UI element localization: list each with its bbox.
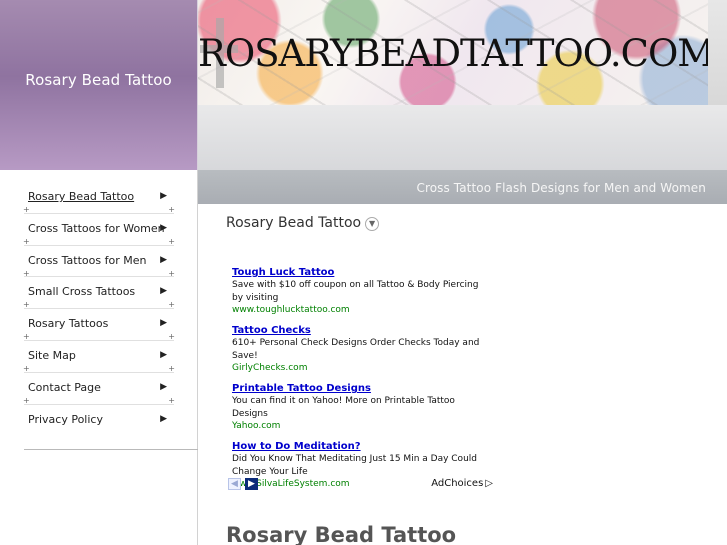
sidebar-item-rosary-tattoos[interactable]: Rosary Tattoos ▶ + + [23, 309, 175, 342]
plus-icon: + [168, 268, 175, 278]
banner-right-gray-strip [708, 0, 727, 105]
ad-url-link[interactable]: www.toughlucktattoo.com [232, 304, 492, 316]
adchoices-label: AdChoices [431, 478, 484, 489]
main-content: Rosary Bead Tattoo ▼ Tough Luck Tattoo S… [198, 204, 727, 545]
sidebar-item-privacy-policy[interactable]: Privacy Policy ▶ [24, 405, 174, 437]
chevron-right-icon: ▶ [160, 381, 167, 392]
sidebar-item-rosary-bead-tattoo[interactable]: Rosary Bead Tattoo ▶ + + [23, 182, 175, 214]
ad-url-link[interactable]: GirlyChecks.com [232, 362, 492, 374]
content-heading-row: Rosary Bead Tattoo ▼ [226, 214, 380, 232]
plus-icon: + [168, 236, 175, 246]
sidebar-item-cross-tattoos-for-women[interactable]: Cross Tattoos for Women ▶ + + [23, 214, 175, 246]
sidebar-item-label: Rosary Bead Tattoo [28, 190, 135, 203]
sidebar-item-cross-tattoos-for-men[interactable]: Cross Tattoos for Men ▶ + + [23, 246, 175, 278]
adchoices-link[interactable]: AdChoices ▷ [431, 477, 493, 490]
sidebar-divider [24, 449, 198, 450]
ad-item: Tough Luck Tattoo Save with $10 off coup… [232, 266, 492, 316]
chevron-down-icon[interactable]: ▼ [365, 216, 380, 231]
sidebar-item-label: Small Cross Tattoos [28, 285, 136, 299]
sidebar-item-label: Site Map [28, 348, 76, 362]
sidebar: Rosary Bead Tattoo ▶ + + Cross Tattoos f… [0, 170, 198, 545]
next-ad-button[interactable]: ▶ [245, 478, 258, 490]
adchoices-icon: ▷ [485, 477, 493, 489]
sidebar-item-label: Cross Tattoos for Women [28, 221, 165, 235]
ad-item: Tattoo Checks 610+ Personal Check Design… [232, 324, 492, 374]
chevron-right-icon: ▶ [160, 191, 167, 201]
sidebar-item-label: Contact Page [28, 380, 101, 394]
banner-domain-text: ROSARYBEADTATTOO.COM [198, 32, 708, 75]
chevron-right-icon: ▶ [160, 286, 167, 297]
plus-icon: + [168, 300, 175, 310]
brand-panel: Rosary Bead Tattoo [0, 0, 198, 170]
chevron-right-icon: ▶ [160, 318, 167, 329]
content-heading: Rosary Bead Tattoo [226, 215, 362, 231]
sidebar-item-label: Cross Tattoos for Men [28, 253, 147, 267]
chevron-right-icon: ▶ [160, 349, 167, 360]
sidebar-navigation: Rosary Bead Tattoo ▶ + + Cross Tattoos f… [23, 182, 175, 437]
ad-controls: ◀ ▶ AdChoices ▷ [228, 478, 493, 493]
ad-list: Tough Luck Tattoo Save with $10 off coup… [232, 266, 492, 498]
ad-title-link[interactable]: How to Do Meditation? [232, 440, 492, 453]
chevron-right-icon: ▶ [160, 222, 167, 233]
ad-description: You can find it on Yahoo! More on Printa… [232, 396, 455, 419]
site-title: Rosary Bead Tattoo [25, 71, 172, 89]
plus-icon: + [23, 395, 30, 405]
plus-icon: + [23, 236, 30, 246]
website-page: Rosary Bead Tattoo ROSARYBEADTATTOO.COM … [0, 0, 727, 545]
plus-icon: + [23, 268, 30, 278]
previous-ad-button[interactable]: ◀ [228, 478, 241, 490]
sidebar-item-site-map[interactable]: Site Map ▶ + + [23, 341, 175, 373]
plus-icon: + [168, 205, 175, 214]
ad-description: 610+ Personal Check Designs Order Checks… [232, 338, 480, 361]
sidebar-item-contact-page[interactable]: Contact Page ▶ + + [23, 373, 175, 405]
subtitle-bar: Cross Tattoo Flash Designs for Men and W… [198, 170, 727, 204]
sidebar-item-label: Rosary Tattoos [28, 317, 109, 331]
chevron-left-icon: ◀ [231, 478, 238, 489]
plus-icon: + [168, 332, 175, 342]
ad-description: Save with $10 off coupon on all Tattoo &… [232, 280, 479, 303]
chevron-right-icon: ▶ [160, 413, 167, 424]
plus-icon: + [23, 332, 30, 342]
sidebar-item-label: Privacy Policy [28, 412, 103, 426]
plus-icon: + [23, 363, 30, 373]
plus-icon: + [23, 205, 30, 214]
chevron-right-icon: ▶ [160, 254, 167, 265]
page-title: Rosary Bead Tattoo [226, 523, 457, 545]
plus-icon: + [168, 363, 175, 373]
header-banner-image: ROSARYBEADTATTOO.COM [198, 0, 708, 105]
plus-icon: + [23, 300, 30, 310]
ad-title-link[interactable]: Tough Luck Tattoo [232, 266, 492, 279]
ad-title-link[interactable]: Tattoo Checks [232, 324, 492, 337]
chevron-right-icon: ▶ [248, 478, 255, 489]
ad-item: Printable Tattoo Designs You can find it… [232, 382, 492, 432]
plus-icon: + [168, 395, 175, 405]
ad-title-link[interactable]: Printable Tattoo Designs [232, 382, 492, 395]
ad-url-link[interactable]: Yahoo.com [232, 420, 492, 432]
ad-description: Did You Know That Meditating Just 15 Min… [232, 454, 477, 477]
site-subtitle: Cross Tattoo Flash Designs for Men and W… [416, 181, 706, 195]
sidebar-item-small-cross-tattoos[interactable]: Small Cross Tattoos ▶ + + [23, 277, 175, 310]
header-gray-area [198, 105, 727, 170]
